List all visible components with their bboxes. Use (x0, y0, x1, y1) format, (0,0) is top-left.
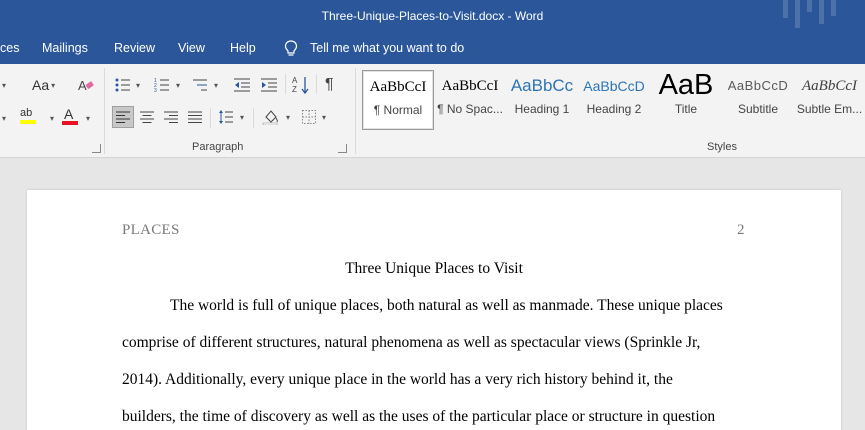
align-center-icon[interactable] (140, 110, 154, 124)
body-line: 2014). Additionally, every unique place … (122, 371, 673, 388)
styles-group-label: Styles (707, 141, 737, 153)
paragraph-group-label: Paragraph (192, 141, 244, 153)
document-title: Three Unique Places to Visit (345, 260, 523, 277)
style-title[interactable]: AaB Title (650, 70, 722, 130)
multilevel-list-icon[interactable] (192, 77, 208, 93)
svg-text:Z: Z (292, 85, 297, 94)
style-no-spacing[interactable]: AaBbCcI ¶ No Spac... (434, 70, 506, 130)
svg-text:A: A (292, 76, 298, 85)
highlight-color-bar (20, 120, 36, 124)
font-size-down-caret[interactable]: ▾ (0, 107, 6, 129)
justify-icon[interactable] (188, 110, 202, 124)
tab-view[interactable]: View (178, 41, 205, 55)
show-marks-button[interactable]: ¶ (325, 74, 334, 96)
tab-review[interactable]: Review (114, 41, 155, 55)
font-color-icon: A (64, 106, 74, 122)
align-left-button[interactable] (112, 106, 134, 128)
highlight-icon: ab (20, 107, 33, 119)
running-header: PLACES (122, 222, 180, 238)
style-heading-2[interactable]: AaBbCcD Heading 2 (578, 70, 650, 130)
align-left-icon (116, 111, 130, 123)
numbering-icon[interactable]: 1 2 3 (154, 77, 170, 93)
style-sample: AaBbCcI (369, 79, 427, 95)
body-line: comprise of different structures, natura… (122, 334, 701, 351)
window-title: Three-Unique-Places-to-Visit.docx - Word (321, 9, 544, 23)
tell-me-search[interactable]: Tell me what you want to do (310, 41, 464, 55)
paragraph-dialog-launcher[interactable] (338, 144, 347, 153)
page-number: 2 (737, 222, 745, 238)
style-label: Title (674, 102, 698, 116)
line-spacing-icon[interactable] (218, 109, 234, 125)
lightbulb-icon[interactable] (284, 40, 298, 57)
borders-caret[interactable]: ▾ (320, 106, 326, 128)
document-page[interactable]: PLACES 2 Three Unique Places to Visit Th… (27, 190, 841, 430)
tab-mailings[interactable]: Mailings (42, 41, 88, 55)
borders-icon[interactable] (302, 110, 316, 124)
change-case-button[interactable]: Aa ▾ (32, 74, 55, 96)
style-label: ¶ Normal (373, 103, 423, 117)
svg-text:A: A (78, 78, 87, 93)
body-line: builders, the time of discovery as well … (122, 408, 716, 425)
style-label: Subtitle (737, 102, 779, 116)
style-sample: AaBbCcI (802, 78, 857, 94)
pilcrow-icon: ¶ (325, 76, 334, 93)
change-case-icon: Aa (32, 77, 50, 93)
style-label: Heading 2 (586, 102, 642, 116)
font-dialog-launcher[interactable] (92, 144, 101, 153)
sort-icon[interactable]: A Z (292, 75, 310, 95)
style-label: ¶ No Spac... (437, 102, 503, 116)
line-spacing-caret[interactable]: ▾ (238, 106, 244, 128)
multilevel-caret[interactable]: ▾ (212, 74, 218, 96)
style-heading-1[interactable]: AaBbCc Heading 1 (506, 70, 578, 130)
align-right-icon[interactable] (164, 110, 178, 124)
toolbar-separator (285, 74, 286, 94)
bullets-icon[interactable] (115, 77, 131, 93)
style-subtle-emphasis[interactable]: AaBbCcI Subtle Em... (794, 70, 865, 130)
highlight-button[interactable]: ab (20, 107, 36, 129)
style-subtitle[interactable]: AaBbCcD Subtitle (722, 70, 794, 130)
style-sample: AaBbCcI (441, 78, 499, 94)
style-sample: AaBbCc (510, 76, 574, 95)
group-separator (104, 68, 105, 154)
ribbon: ▾ Aa ▾ A ▾ ab ▾ A ▾ ▾ 1 2 3 ▾ ▾ A Z ¶ ▾ … (0, 64, 865, 158)
font-color-caret[interactable]: ▾ (84, 107, 90, 129)
document-workspace: PLACES 2 Three Unique Places to Visit Th… (0, 158, 865, 430)
style-normal[interactable]: AaBbCcI ¶ Normal (362, 70, 434, 130)
style-label: Heading 1 (514, 102, 570, 116)
toolbar-separator (253, 108, 254, 128)
tab-help[interactable]: Help (230, 41, 256, 55)
style-label: Subtle Em... (796, 102, 863, 116)
shading-caret[interactable]: ▾ (284, 106, 290, 128)
bullets-caret[interactable]: ▾ (134, 74, 140, 96)
font-color-bar (62, 121, 78, 125)
clear-formatting-icon[interactable]: A (78, 77, 94, 93)
style-sample: AaBbCcD (727, 78, 789, 93)
decrease-indent-icon[interactable] (233, 77, 251, 93)
ribbon-tabs: ces Mailings Review View Help Tell me wh… (0, 33, 865, 64)
font-color-button[interactable]: A (62, 107, 78, 129)
title-bar: Three-Unique-Places-to-Visit.docx - Word (0, 0, 865, 33)
shading-icon[interactable] (262, 109, 280, 125)
body-line: The world is full of unique places, both… (170, 297, 723, 314)
group-separator (355, 68, 356, 154)
tab-references[interactable]: ces (0, 41, 19, 55)
toolbar-separator (316, 74, 317, 94)
style-sample: AaBbCcD (583, 78, 645, 94)
svg-text:3: 3 (154, 88, 157, 93)
numbering-caret[interactable]: ▾ (174, 74, 180, 96)
toolbar-separator (210, 108, 211, 128)
title-bar-decoration (775, 0, 865, 33)
font-size-caret[interactable]: ▾ (0, 74, 6, 96)
style-sample: AaB (658, 70, 714, 101)
increase-indent-icon[interactable] (260, 77, 278, 93)
